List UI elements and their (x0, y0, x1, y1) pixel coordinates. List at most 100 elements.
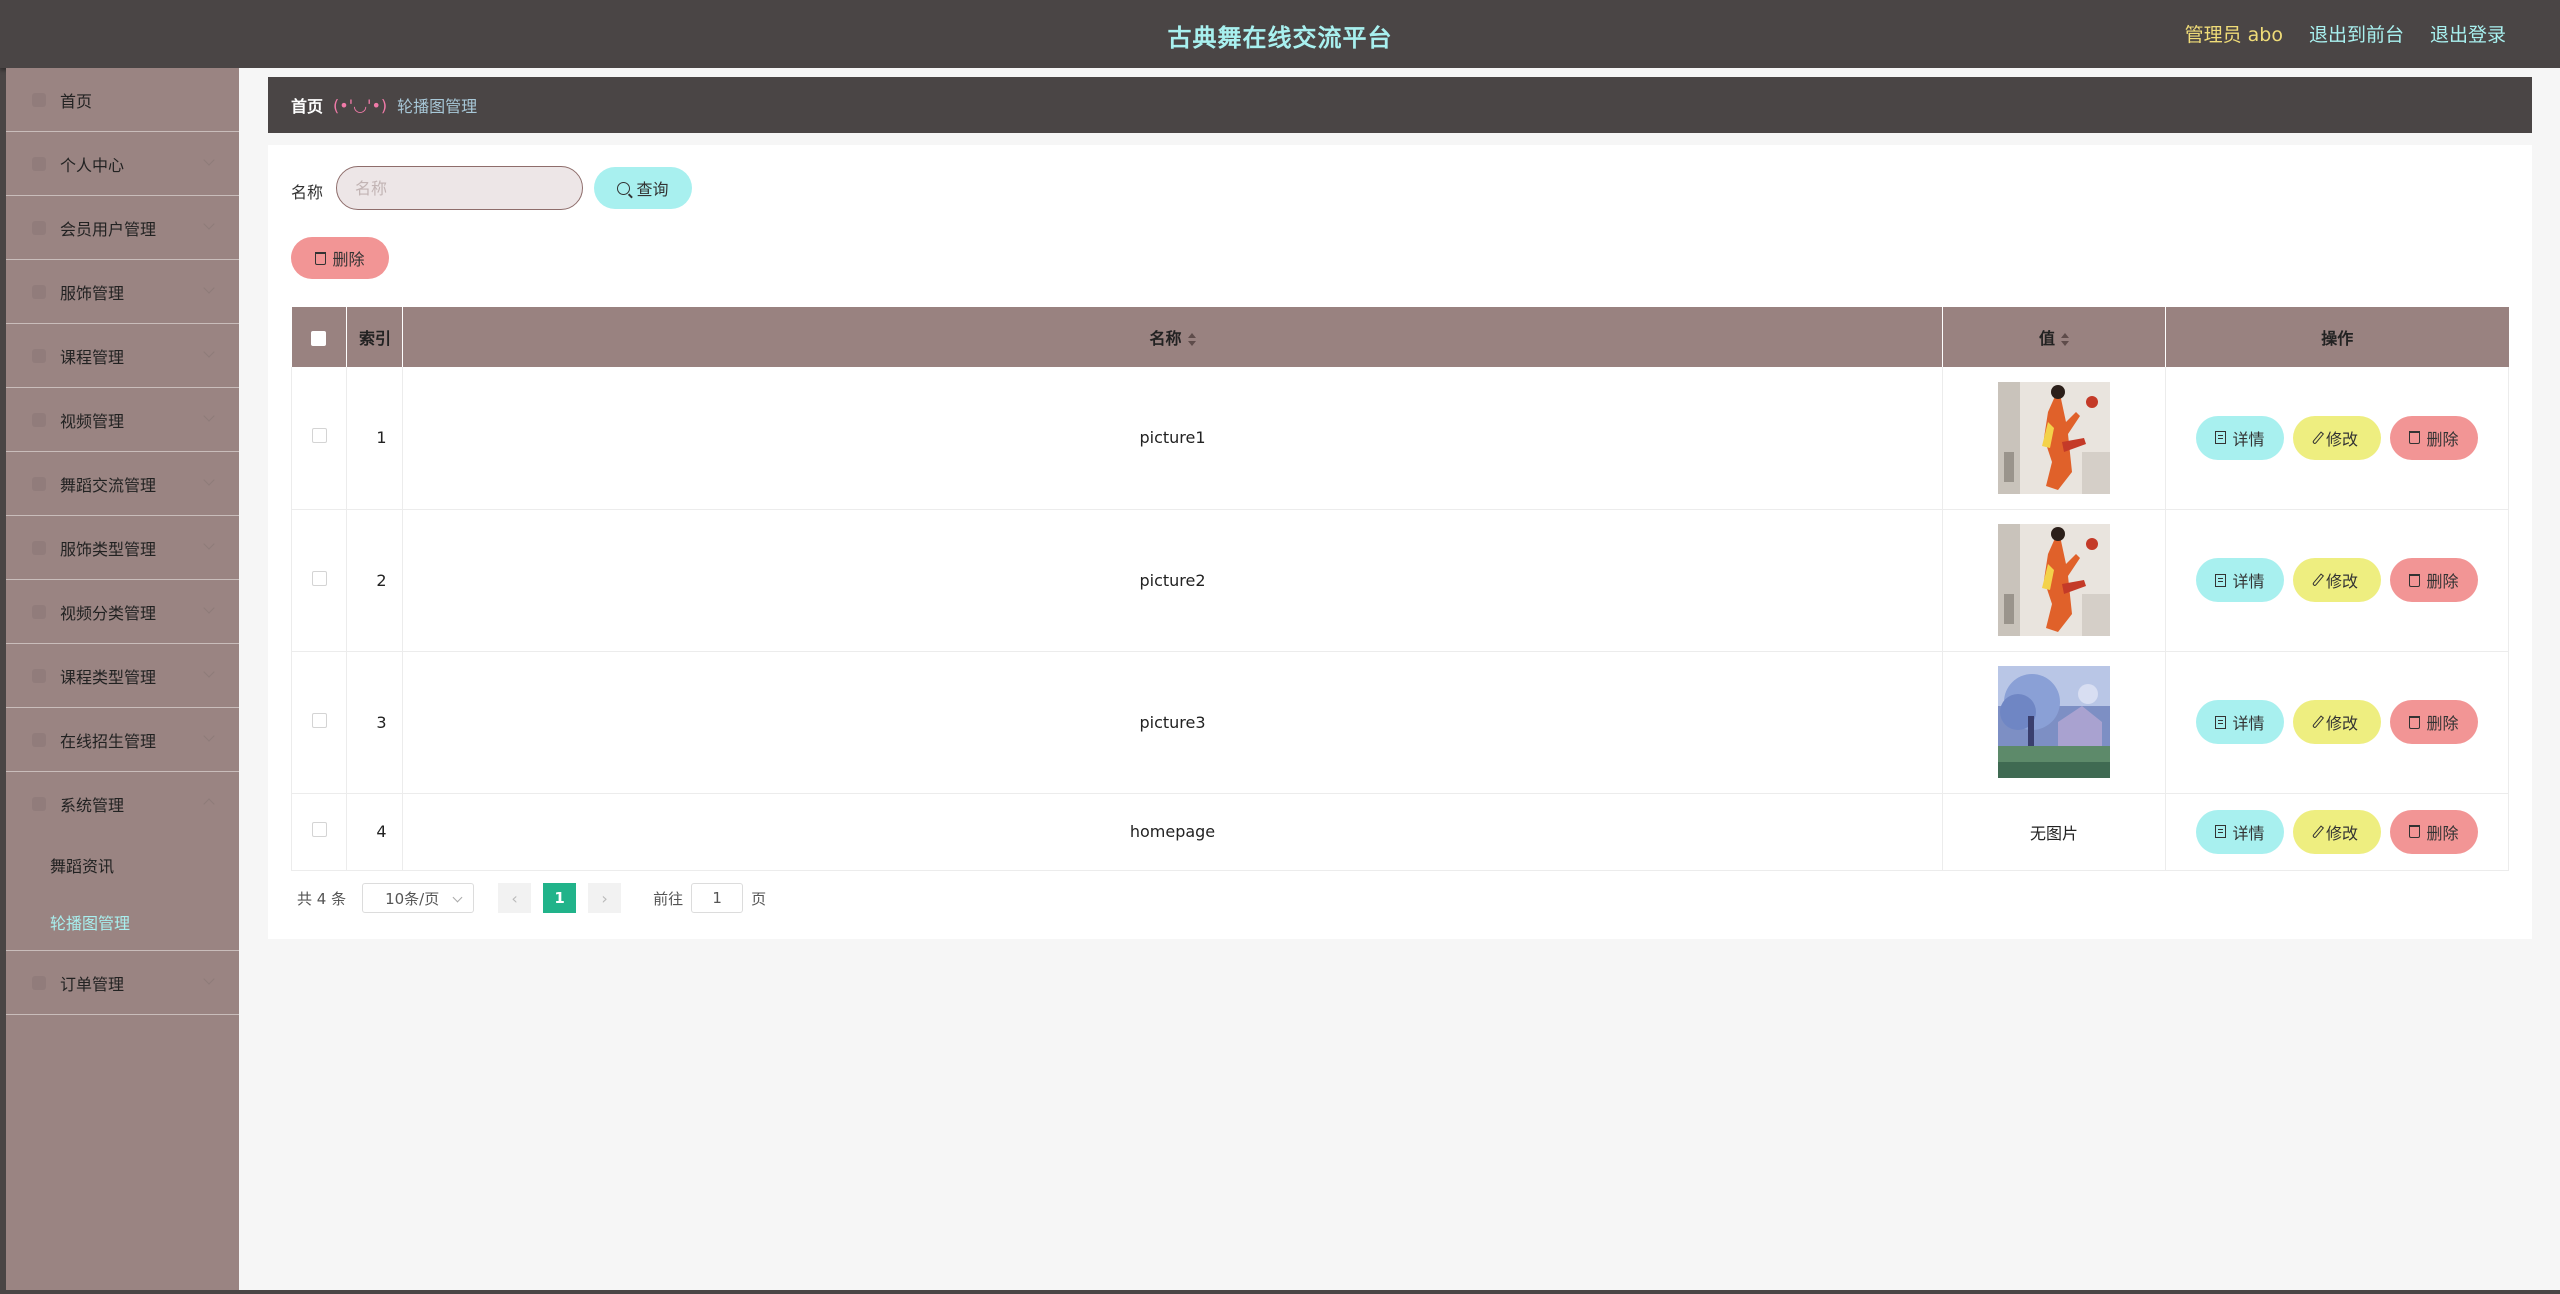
sidebar-item-system[interactable]: 系统管理 (6, 772, 239, 836)
sidebar-item-label: 视频分类管理 (60, 603, 157, 623)
exit-to-front-link[interactable]: 退出到前台 (2309, 20, 2404, 47)
edit-button-label: 修改 (2325, 823, 2358, 843)
table-row: 4 homepage 无图片 详情 修改 删除 (291, 793, 2509, 871)
sort-icon[interactable] (2061, 333, 2069, 346)
chevron-right-icon: › (601, 888, 608, 908)
sidebar-subitem-carousel[interactable]: 轮播图管理 (6, 893, 239, 950)
row-checkbox[interactable] (311, 428, 327, 444)
detail-button[interactable]: 详情 (2196, 700, 2284, 744)
document-icon (2215, 431, 2227, 445)
detail-button-label: 详情 (2232, 823, 2265, 843)
edit-button[interactable]: 修改 (2293, 809, 2381, 854)
breadcrumb-home[interactable]: 首页 (291, 93, 323, 117)
chevron-down-icon (203, 218, 215, 230)
prev-page-button[interactable]: ‹ (498, 883, 532, 913)
sidebar-item-label: 舞蹈交流管理 (60, 475, 157, 495)
chevron-left-icon: ‹ (511, 888, 518, 908)
search-label: 名称 (291, 183, 324, 202)
query-button[interactable]: 查询 (594, 167, 692, 209)
detail-button-label: 详情 (2232, 429, 2265, 449)
edit-button[interactable]: 修改 (2293, 700, 2381, 744)
dancer-thumbnail[interactable] (1998, 524, 2110, 636)
chevron-down-icon (203, 973, 215, 985)
sidebar-item-course[interactable]: 课程管理 (6, 324, 239, 388)
detail-button[interactable]: 详情 (2196, 809, 2284, 854)
course-type-icon (32, 668, 46, 683)
row-value (1942, 367, 2166, 510)
logout-link[interactable]: 退出登录 (2430, 20, 2506, 47)
detail-button[interactable]: 详情 (2196, 415, 2284, 460)
landscape-thumbnail[interactable] (1998, 666, 2110, 778)
page-size-select[interactable]: 10条/页 (362, 883, 475, 913)
edit-icon (2311, 573, 2325, 587)
edit-button[interactable]: 修改 (2293, 558, 2381, 602)
sidebar-item-dance-exchange[interactable]: 舞蹈交流管理 (6, 452, 239, 516)
sidebar-item-label: 服饰管理 (60, 283, 125, 303)
sidebar-item-label: 订单管理 (60, 974, 125, 994)
col-value[interactable]: 值 (1942, 307, 2166, 367)
system-submenu: 舞蹈资讯 轮播图管理 (6, 836, 239, 951)
page-number-current[interactable]: 1 (543, 883, 577, 913)
edit-button[interactable]: 修改 (2293, 415, 2381, 460)
row-index: 1 (346, 367, 403, 510)
delete-button[interactable]: 删除 (2390, 415, 2478, 460)
bulk-delete-button[interactable]: 删除 (291, 237, 389, 279)
pagination: 共 4 条 10条/页 ‹ 1 › 前往 页 (291, 883, 766, 913)
delete-button[interactable]: 删除 (2390, 809, 2478, 854)
top-bar: 古典舞在线交流平台 管理员 abo 退出到前台 退出登录 (0, 0, 2560, 68)
query-button-label: 查询 (636, 180, 669, 199)
sidebar-item-clothing[interactable]: 服饰管理 (6, 260, 239, 324)
system-icon (32, 797, 46, 811)
sidebar-item-profile[interactable]: 个人中心 (6, 132, 239, 196)
chevron-up-icon (203, 798, 215, 810)
sidebar-item-label: 会员用户管理 (60, 219, 157, 239)
dancer-thumbnail[interactable] (1998, 381, 2110, 494)
document-icon (2215, 825, 2227, 838)
document-icon (2215, 573, 2227, 587)
delete-button[interactable]: 删除 (2390, 700, 2478, 744)
top-right-actions: 管理员 abo 退出到前台 退出登录 (2185, 20, 2506, 47)
clothing-type-icon (32, 540, 46, 555)
delete-button[interactable]: 删除 (2390, 558, 2478, 602)
row-checkbox[interactable] (311, 712, 327, 728)
next-page-button[interactable]: › (588, 883, 622, 913)
row-value (1942, 651, 2166, 794)
sidebar-item-home[interactable]: 首页 (6, 68, 239, 132)
row-ops: 详情 修改 删除 (2165, 509, 2509, 652)
sidebar-subitem-dance-news[interactable]: 舞蹈资讯 (6, 836, 239, 893)
search-icon (617, 181, 631, 195)
select-all-checkbox[interactable] (311, 330, 327, 346)
user-icon (32, 156, 46, 171)
sidebar-item-enrollment[interactable]: 在线招生管理 (6, 708, 239, 772)
chevron-down-icon (203, 154, 215, 166)
bulk-delete-label: 删除 (332, 250, 365, 269)
sidebar-item-label: 个人中心 (60, 155, 125, 175)
col-name[interactable]: 名称 (402, 307, 1943, 367)
search-input[interactable] (336, 166, 583, 210)
row-checkbox[interactable] (311, 570, 327, 586)
trash-icon (2409, 825, 2421, 838)
goto-label: 前往 (653, 889, 684, 908)
col-ops: 操作 (2165, 307, 2509, 367)
sort-icon[interactable] (1187, 333, 1196, 346)
sidebar-item-orders[interactable]: 订单管理 (6, 951, 239, 1015)
sidebar-item-label: 课程类型管理 (60, 667, 157, 687)
detail-button[interactable]: 详情 (2196, 558, 2284, 602)
sidebar-item-members[interactable]: 会员用户管理 (6, 196, 239, 260)
col-index: 索引 (346, 307, 403, 367)
sidebar-item-clothing-type[interactable]: 服饰类型管理 (6, 516, 239, 580)
goto-page-input[interactable] (691, 883, 744, 913)
sidebar-item-label: 在线招生管理 (60, 731, 157, 751)
video-icon (32, 412, 46, 427)
sidebar-item-course-type[interactable]: 课程类型管理 (6, 644, 239, 708)
sidebar-item-video[interactable]: 视频管理 (6, 388, 239, 452)
delete-button-label: 删除 (2426, 429, 2459, 449)
page-size-value: 10条/页 (385, 889, 440, 908)
sidebar-item-video-category[interactable]: 视频分类管理 (6, 580, 239, 644)
chevron-down-icon (203, 730, 215, 742)
breadcrumb-current: 轮播图管理 (397, 97, 478, 116)
row-index: 3 (346, 651, 403, 794)
trash-icon (2409, 431, 2421, 445)
row-checkbox[interactable] (311, 822, 327, 837)
row-index: 4 (346, 793, 403, 871)
